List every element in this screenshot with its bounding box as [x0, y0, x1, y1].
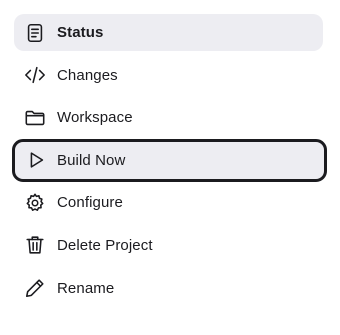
menu-item-label: Changes — [57, 66, 118, 84]
project-side-menu: Status Changes Workspace Build Now Confi… — [12, 14, 327, 312]
document-icon — [23, 21, 47, 45]
menu-item-rename[interactable]: Rename — [14, 270, 323, 307]
pencil-icon — [23, 276, 47, 300]
menu-item-label: Build Now — [57, 151, 126, 169]
play-icon — [24, 148, 48, 172]
menu-item-configure[interactable]: Configure — [14, 184, 323, 221]
menu-item-status[interactable]: Status — [14, 14, 323, 51]
menu-item-delete-project[interactable]: Delete Project — [14, 227, 323, 264]
trash-icon — [23, 233, 47, 257]
code-icon — [23, 63, 47, 87]
folder-icon — [23, 106, 47, 130]
menu-item-label: Delete Project — [57, 236, 153, 254]
menu-item-label: Configure — [57, 194, 123, 212]
menu-item-label: Workspace — [57, 109, 133, 127]
menu-item-workspace[interactable]: Workspace — [14, 99, 323, 136]
menu-item-build-now[interactable]: Build Now — [12, 138, 327, 182]
gear-icon — [23, 191, 47, 215]
menu-item-label: Rename — [57, 279, 115, 297]
menu-item-label: Status — [57, 24, 104, 41]
menu-item-changes[interactable]: Changes — [14, 57, 323, 94]
